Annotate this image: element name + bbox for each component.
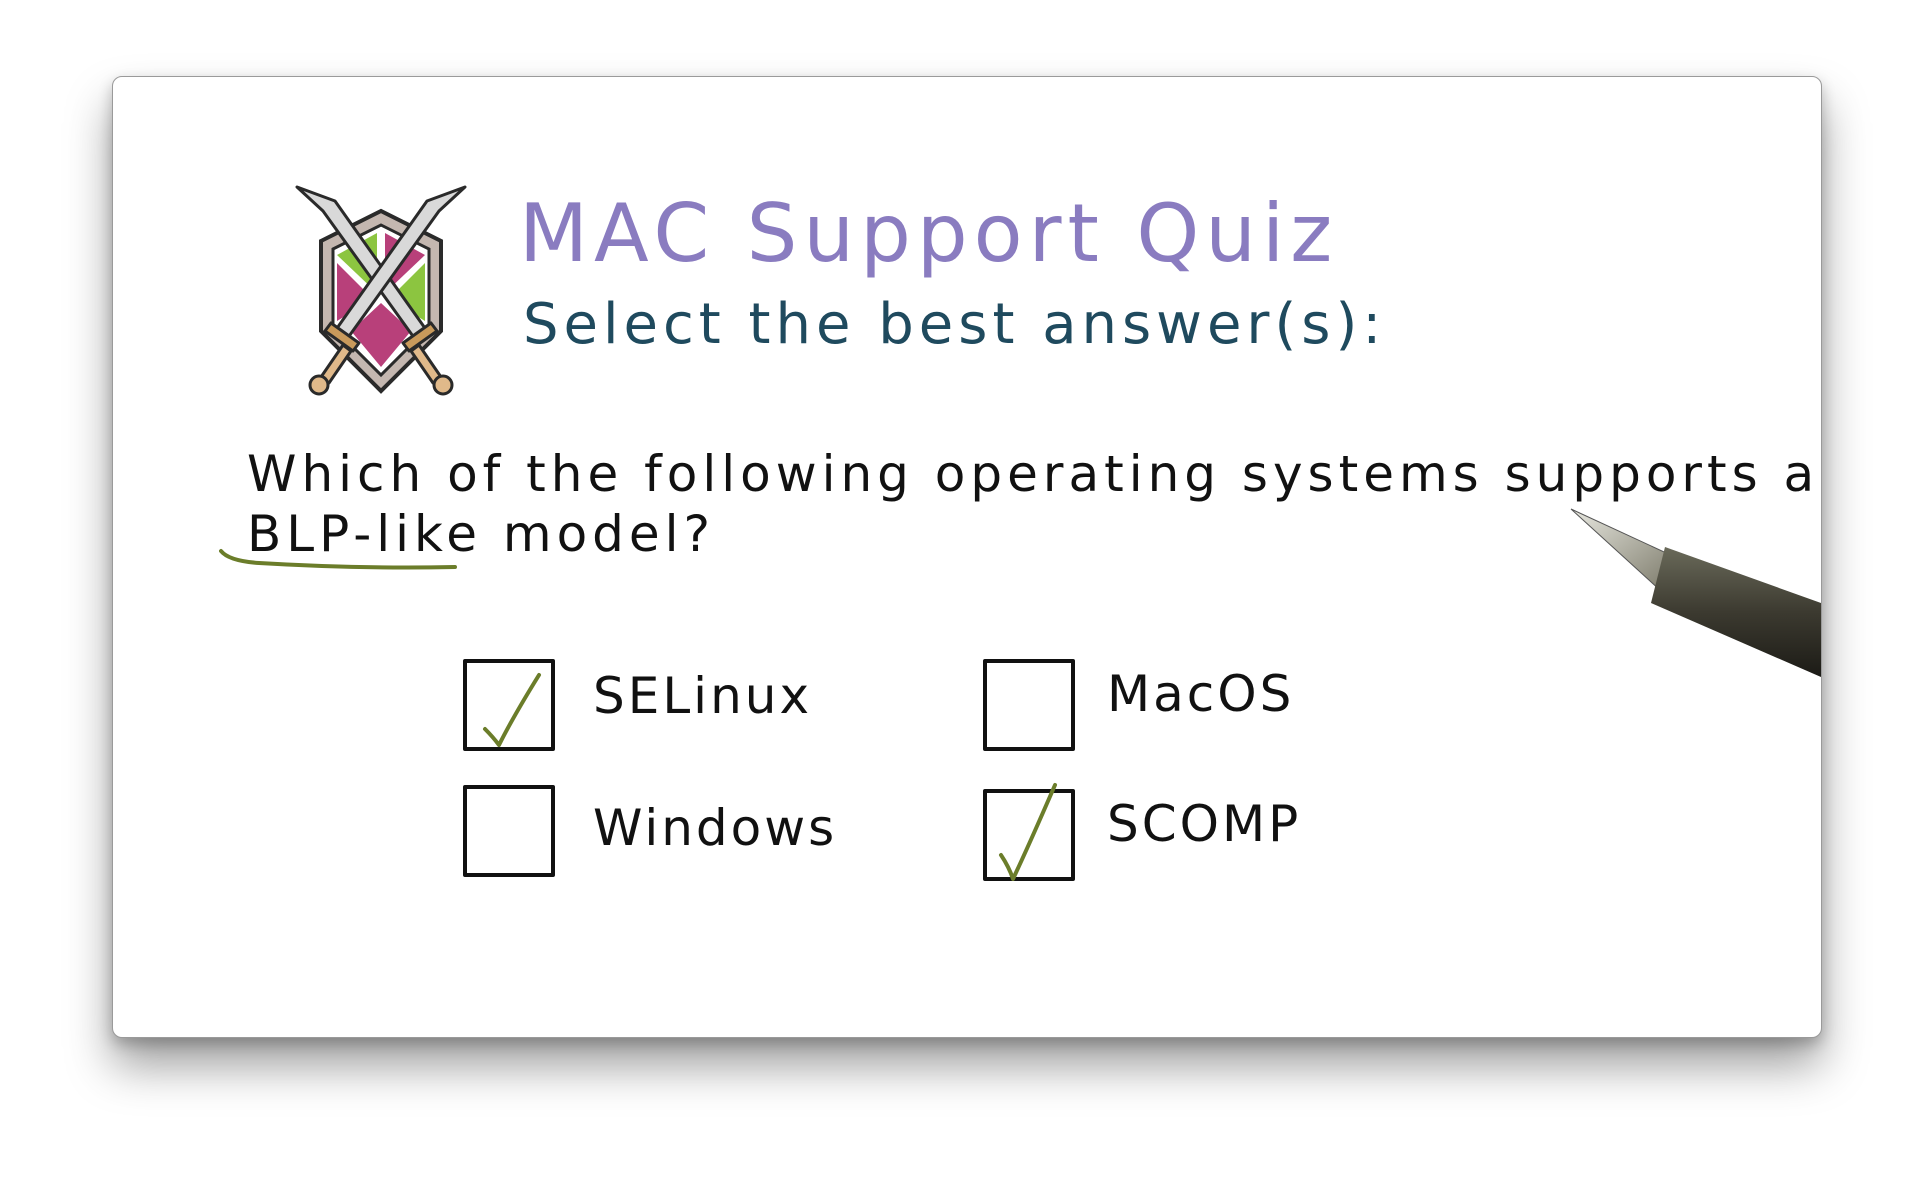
option-label-windows: Windows [593,799,838,857]
checkbox-macos[interactable] [983,659,1075,751]
checkbox-windows[interactable] [463,785,555,877]
option-label-macos: MacOS [1107,665,1295,723]
checkbox-selinux[interactable] [463,659,555,751]
quiz-card: MAC Support Quiz Select the best answer(… [112,76,1822,1038]
question-text-line1: Which of the following operating systems… [247,445,1820,503]
video-frame: MAC Support Quiz Select the best answer(… [0,0,1932,1184]
page-title: MAC Support Quiz [519,187,1339,280]
option-label-scomp: SCOMP [1107,795,1302,853]
highlight-underline [219,549,457,570]
instructions: Select the best answer(s): [523,292,1387,357]
checkmark-icon [999,783,1057,881]
option-label-selinux: SELinux [593,667,813,725]
checkmark-icon [483,673,541,747]
crossed-swords-shield-icon [295,185,467,396]
pen-icon [1570,508,1821,677]
checkbox-scomp[interactable] [983,783,1075,881]
